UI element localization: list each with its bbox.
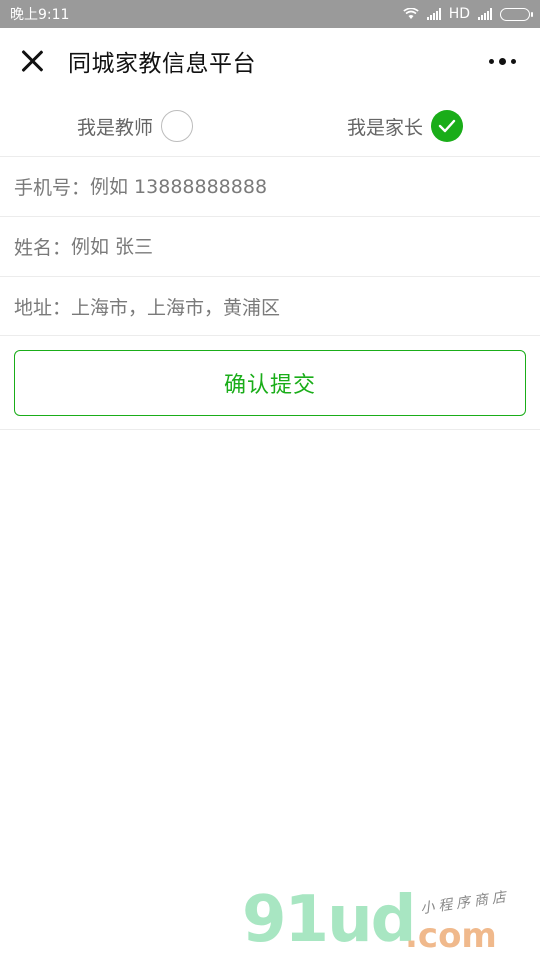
role-teacher-label: 我是教师 bbox=[76, 116, 153, 139]
radio-unchecked-icon[interactable] bbox=[161, 110, 193, 142]
wifi-icon bbox=[403, 8, 419, 19]
watermark-tagline: 小程序商店 bbox=[419, 888, 511, 918]
status-bar: 晚上9:11 HD bbox=[0, 0, 540, 28]
name-input[interactable] bbox=[71, 235, 526, 258]
address-row[interactable]: 地址： 上海市，上海市，黄浦区 bbox=[0, 276, 540, 336]
role-selector: 我是教师 我是家长 bbox=[0, 96, 540, 156]
close-icon[interactable] bbox=[18, 47, 46, 75]
name-label: 姓名： bbox=[14, 237, 72, 259]
name-row: 姓名： bbox=[0, 216, 540, 276]
watermark-logo: 91ud 小程序商店 .com bbox=[240, 888, 530, 958]
phone-row: 手机号： bbox=[0, 156, 540, 216]
watermark-dotcom: .com bbox=[405, 916, 497, 956]
watermark-brand: 91ud bbox=[242, 883, 416, 957]
more-icon[interactable] bbox=[483, 47, 522, 75]
signal-icon-2 bbox=[478, 8, 492, 20]
status-time: 晚上9:11 bbox=[10, 7, 70, 23]
status-icons: HD bbox=[403, 6, 533, 22]
role-parent-option[interactable]: 我是家长 bbox=[270, 110, 540, 142]
address-label: 地址： bbox=[14, 297, 72, 319]
address-value[interactable]: 上海市，上海市，黄浦区 bbox=[71, 293, 280, 320]
phone-label: 手机号： bbox=[14, 177, 91, 199]
signal-icon bbox=[426, 8, 441, 20]
role-parent-label: 我是家长 bbox=[346, 116, 423, 139]
nav-header: 同城家教信息平台 bbox=[0, 28, 540, 94]
submit-area: 确认提交 bbox=[0, 335, 540, 430]
submit-button[interactable]: 确认提交 bbox=[14, 350, 526, 416]
radio-checked-icon[interactable] bbox=[431, 110, 463, 142]
network-type: HD bbox=[448, 6, 470, 22]
battery-icon bbox=[500, 7, 533, 21]
role-teacher-option[interactable]: 我是教师 bbox=[0, 110, 270, 142]
phone-input[interactable] bbox=[90, 175, 526, 198]
page-title: 同城家教信息平台 bbox=[68, 51, 256, 77]
